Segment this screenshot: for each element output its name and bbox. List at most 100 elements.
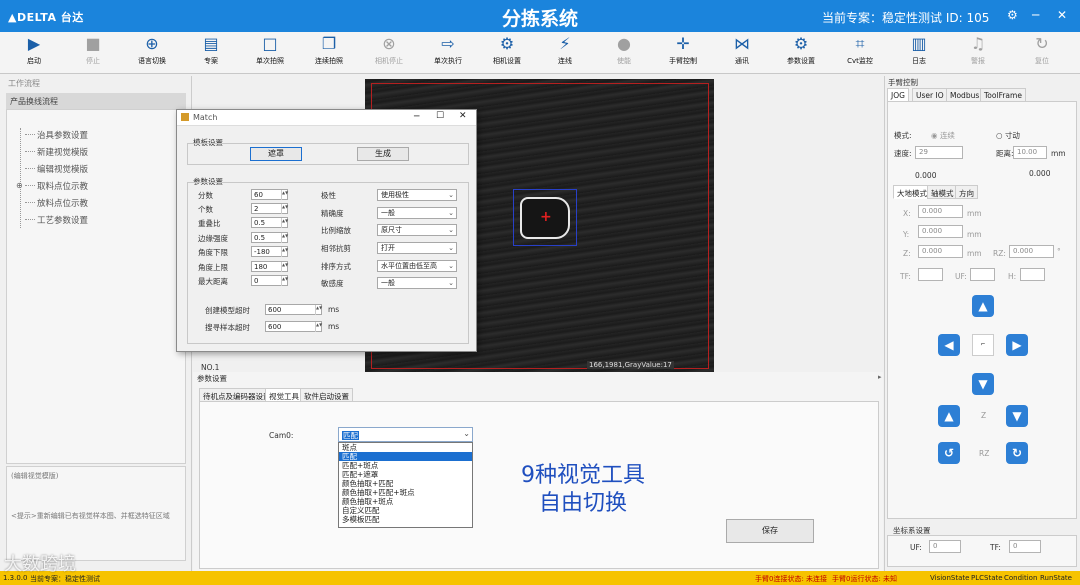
- dropdown-option[interactable]: 斑点: [339, 443, 472, 452]
- tab-startup[interactable]: 软件启动设置: [300, 388, 353, 402]
- toolbar-button-15[interactable]: ▥ 日志: [891, 34, 947, 72]
- save-button[interactable]: 保存: [726, 519, 814, 543]
- x-field[interactable]: 0.000: [918, 205, 963, 218]
- dropdown-option[interactable]: 颜色抽取+匹配+斑点: [339, 488, 472, 497]
- tree-item[interactable]: 新建视觉模版: [37, 146, 88, 158]
- minimize-icon[interactable]: ─: [414, 112, 419, 122]
- dropdown-option[interactable]: 匹配: [339, 452, 472, 461]
- x-minus-icon[interactable]: ◀: [938, 334, 960, 356]
- param-spinner[interactable]: 180 ▲▼: [251, 261, 288, 272]
- y-field[interactable]: 0.000: [918, 225, 963, 238]
- toolbar-button-6[interactable]: ⊗ 相机停止: [361, 34, 417, 72]
- mode-inch-radio[interactable]: ○ 寸动: [996, 130, 1020, 141]
- timeout-spinner[interactable]: 600 ▲▼: [265, 321, 322, 332]
- param-spinner[interactable]: 60 ▲▼: [251, 189, 288, 200]
- toolbar-button-2[interactable]: ⊕ 语言切换: [124, 34, 180, 72]
- toolbar-button-7[interactable]: ⇨ 单次执行: [420, 34, 476, 72]
- settings-icon[interactable]: ⚙: [1007, 8, 1018, 22]
- toolbar-button-12[interactable]: ⋈ 通讯: [714, 34, 770, 72]
- tab-toolframe[interactable]: ToolFrame: [980, 88, 1026, 102]
- z-minus-icon[interactable]: ▼: [1006, 405, 1028, 427]
- mask-button[interactable]: 遮罩: [250, 147, 302, 161]
- spin-arrows-icon[interactable]: ▲▼: [281, 262, 288, 272]
- toolbar-button-17[interactable]: ↻ 复位: [1014, 34, 1070, 72]
- mode-continuous-radio[interactable]: ◉ 连续: [931, 130, 955, 141]
- tab-world-mode[interactable]: 大地模式: [893, 185, 931, 199]
- tab-modbus[interactable]: Modbus: [946, 88, 984, 102]
- toolbar-button-5[interactable]: ❐ 连续拍照: [301, 34, 357, 72]
- toolbar-button-3[interactable]: ▤ 专案: [183, 34, 239, 72]
- expand-icon[interactable]: ⊕: [16, 181, 23, 190]
- tree-item[interactable]: 取料点位示教: [37, 180, 88, 192]
- toolbar-button-13[interactable]: ⚙ 参数设置: [773, 34, 829, 72]
- spin-arrows-icon[interactable]: ▲▼: [315, 322, 322, 332]
- param-spinner[interactable]: 0.5 ▲▼: [251, 232, 288, 243]
- z-plus-icon[interactable]: ▲: [938, 405, 960, 427]
- toolbar-button-11[interactable]: ✛ 手臂控制: [655, 34, 711, 72]
- toolbar-button-8[interactable]: ⚙ 相机设置: [479, 34, 535, 72]
- tab-axis-mode[interactable]: 轴模式: [927, 185, 958, 199]
- speed-spinner[interactable]: 29: [915, 146, 963, 159]
- param-select[interactable]: 一般 ⌄: [377, 207, 457, 219]
- toolbar-button-1[interactable]: ■ 停止: [65, 34, 121, 72]
- spin-arrows-icon[interactable]: ▲▼: [281, 233, 288, 243]
- uf-field[interactable]: [970, 268, 995, 281]
- spin-arrows-icon[interactable]: ▲▼: [281, 218, 288, 228]
- uf-select[interactable]: 0: [929, 540, 961, 553]
- tree-item[interactable]: 编辑视觉模版: [37, 163, 88, 175]
- tab-standby[interactable]: 待机点及编码器设置: [199, 388, 275, 402]
- param-select[interactable]: 使用极性 ⌄: [377, 189, 457, 201]
- tree-item[interactable]: 治具参数设置: [37, 129, 88, 141]
- spin-arrows-icon[interactable]: ▲▼: [315, 305, 322, 315]
- tf-field[interactable]: [918, 268, 943, 281]
- rz-field[interactable]: 0.000: [1009, 245, 1054, 258]
- dropdown-option[interactable]: 多模板匹配: [339, 515, 472, 524]
- y-plus-icon[interactable]: ▲: [972, 295, 994, 317]
- dropdown-option[interactable]: 颜色抽取+斑点: [339, 497, 472, 506]
- rz-plus-icon[interactable]: ↻: [1006, 442, 1028, 464]
- maximize-icon[interactable]: ☐: [436, 111, 444, 121]
- tab-direction[interactable]: 方向: [955, 185, 978, 199]
- h-field[interactable]: [1020, 268, 1045, 281]
- vision-tool-select[interactable]: 匹配 ⌄: [338, 427, 473, 442]
- dropdown-option[interactable]: 匹配+遮罩: [339, 470, 472, 479]
- tree-item[interactable]: 工艺参数设置: [37, 214, 88, 226]
- dropdown-option[interactable]: 自定义匹配: [339, 506, 472, 515]
- distance-spinner[interactable]: 10.00: [1013, 146, 1047, 159]
- vision-tool-dropdown[interactable]: 斑点 匹配 匹配+斑点 匹配+遮罩 颜色抽取+匹配 颜色抽取+匹配+斑点 颜色抽取+斑点 自定…: [338, 442, 473, 528]
- spin-arrows-icon[interactable]: ▲▼: [281, 247, 288, 257]
- minimize-icon[interactable]: ─: [1032, 8, 1039, 22]
- param-spinner[interactable]: -180 ▲▼: [251, 246, 288, 257]
- timeout-spinner[interactable]: 600 ▲▼: [265, 304, 322, 315]
- x-plus-icon[interactable]: ▶: [1006, 334, 1028, 356]
- toolbar-button-10[interactable]: ● 使能: [596, 34, 652, 72]
- collapse-icon[interactable]: ▸: [878, 373, 882, 381]
- param-spinner[interactable]: 0 ▲▼: [251, 275, 288, 286]
- spin-arrows-icon[interactable]: ▲▼: [281, 276, 288, 286]
- toolbar-button-9[interactable]: ⚡ 连线: [537, 34, 593, 72]
- spin-arrows-icon[interactable]: ▲▼: [281, 204, 288, 214]
- tf-select[interactable]: 0: [1009, 540, 1041, 553]
- param-select[interactable]: 打开 ⌄: [377, 242, 457, 254]
- dropdown-option[interactable]: 匹配+斑点: [339, 461, 472, 470]
- close-icon[interactable]: ✕: [1057, 8, 1067, 22]
- generate-button[interactable]: 生成: [357, 147, 409, 161]
- tab-vision-tools[interactable]: 视觉工具: [265, 388, 303, 402]
- dropdown-option[interactable]: 颜色抽取+匹配: [339, 479, 472, 488]
- tree-item[interactable]: 放料点位示教: [37, 197, 88, 209]
- toolbar-button-16[interactable]: ♫ 警报: [950, 34, 1006, 72]
- y-minus-icon[interactable]: ▼: [972, 373, 994, 395]
- rz-minus-icon[interactable]: ↺: [938, 442, 960, 464]
- spin-arrows-icon[interactable]: ▲▼: [281, 190, 288, 200]
- param-spinner[interactable]: 2 ▲▼: [251, 203, 288, 214]
- tab-jog[interactable]: JOG: [887, 88, 909, 102]
- z-field[interactable]: 0.000: [918, 245, 963, 258]
- toolbar-button-0[interactable]: ▶ 启动: [6, 34, 62, 72]
- toolbar-button-4[interactable]: □ 单次拍照: [242, 34, 298, 72]
- close-icon[interactable]: ✕: [459, 111, 467, 121]
- param-spinner[interactable]: 0.5 ▲▼: [251, 217, 288, 228]
- param-select[interactable]: 原尺寸 ⌄: [377, 224, 457, 236]
- param-select[interactable]: 水平位置由低至高 ⌄: [377, 260, 457, 272]
- tab-user-io[interactable]: User IO: [912, 88, 948, 102]
- toolbar-button-14[interactable]: ⌗ Cvt监控: [832, 34, 888, 72]
